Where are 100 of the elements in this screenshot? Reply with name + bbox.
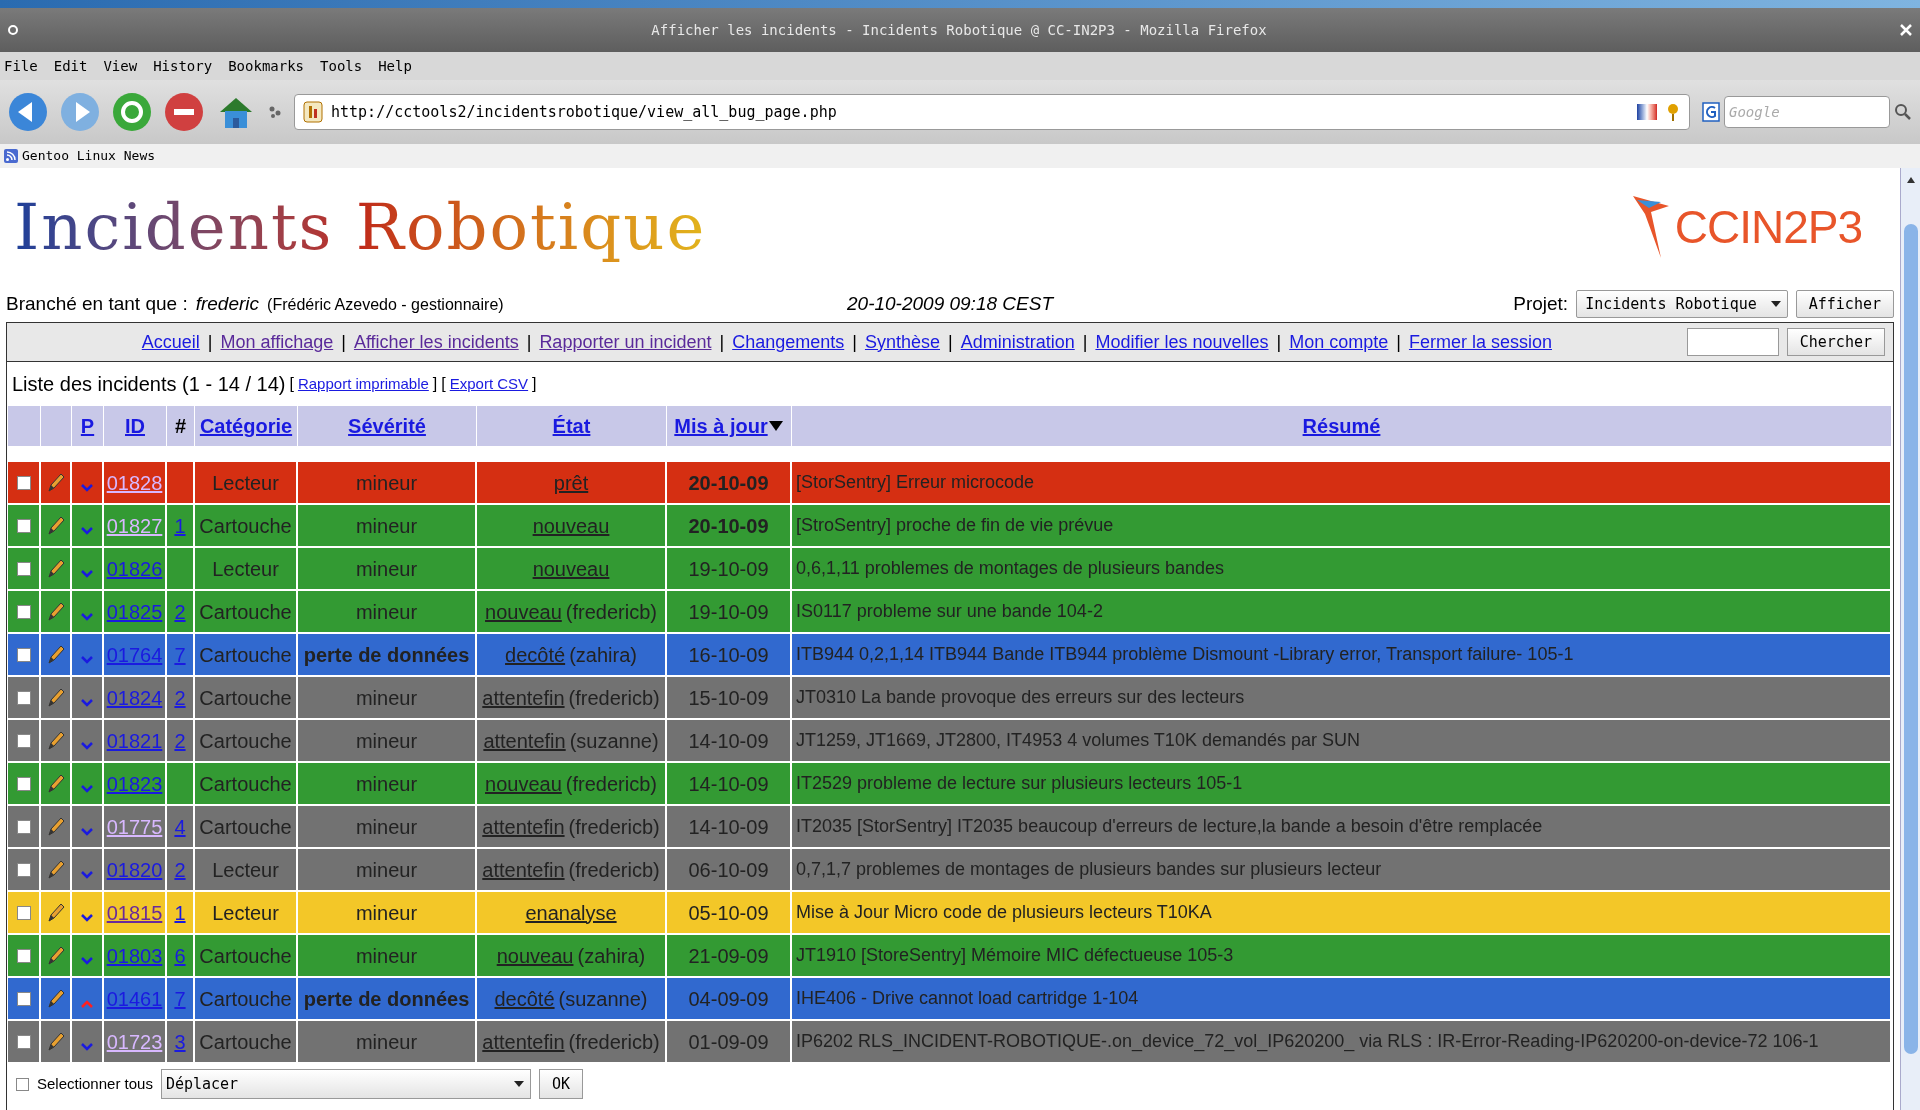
note-count-link[interactable]: 6 [174, 940, 186, 971]
incident-id-link[interactable]: 01823 [106, 768, 163, 799]
column-header[interactable]: Sévérité [298, 406, 477, 446]
status-link[interactable]: attentefin [482, 811, 565, 842]
checkbox[interactable] [16, 948, 31, 963]
status-link[interactable]: attentefin [483, 725, 566, 756]
checkbox[interactable] [16, 862, 31, 877]
note-count-link[interactable]: 1 [174, 510, 186, 541]
show-button[interactable]: Afficher [1795, 290, 1894, 318]
rss-icon[interactable] [4, 149, 18, 163]
chevron-down-icon[interactable] [80, 955, 94, 966]
checkbox[interactable] [16, 1077, 29, 1091]
address-bar[interactable]: http://cctools2/incidentsrobotique/view_all_bug_page.php [294, 94, 1690, 130]
chevron-down-icon[interactable] [80, 568, 94, 579]
status-link[interactable]: nouveau [485, 596, 562, 627]
checkbox[interactable] [16, 776, 31, 791]
menu-item[interactable]: History [153, 55, 213, 77]
nav-link[interactable]: Rapporter un incident [539, 328, 712, 356]
dots-icon[interactable] [268, 105, 282, 119]
checkbox[interactable] [16, 518, 31, 533]
nav-link[interactable]: Fermer la session [1408, 328, 1552, 356]
note-count-link[interactable]: 1 [174, 897, 186, 928]
table-row[interactable]: 01823 Cartouche mineur nouveau (fredericb) 14-10-09 IT2529 probleme de lecture sur plusieurs lecteurs 105-1 [8, 763, 1892, 806]
pencil-icon[interactable] [45, 1030, 66, 1053]
pencil-icon[interactable] [45, 643, 66, 666]
table-row[interactable]: 01461 7 Cartouche perte de données decôté (suzanne) 04-09-09 IHE406 - Drive cannot load cartridge 1-104 [8, 978, 1892, 1021]
nav-link[interactable]: Changements [732, 328, 845, 356]
chevron-down-icon[interactable] [80, 783, 94, 794]
search-engine-icon[interactable] [1702, 102, 1720, 122]
scroll-up-icon[interactable] [1905, 176, 1916, 184]
incident-id-link[interactable]: 01825 [106, 596, 163, 627]
pencil-icon[interactable] [45, 686, 66, 709]
menu-item[interactable]: Help [378, 55, 412, 77]
checkbox[interactable] [16, 690, 31, 705]
window-menu-icon[interactable] [8, 25, 18, 35]
status-link[interactable]: attentefin [482, 1026, 565, 1057]
status-link[interactable]: nouveau [496, 940, 574, 971]
chevron-down-icon[interactable] [80, 525, 94, 536]
status-link[interactable]: prêt [553, 467, 589, 498]
column-header[interactable]: P [72, 406, 104, 446]
checkbox[interactable] [16, 1034, 31, 1049]
close-icon[interactable] [1900, 24, 1912, 36]
site-icon[interactable] [303, 101, 323, 123]
column-header[interactable]: ID [104, 406, 167, 446]
scrollbar[interactable] [1900, 168, 1920, 1110]
search-button[interactable]: Chercher [1786, 328, 1885, 356]
table-row[interactable]: 01775 4 Cartouche mineur attentefin (fredericb) 14-10-09 IT2035 [StorSentry] IT2035 beaucoup d'erreurs de lecture,la bande a besoin d'être remplacée [8, 806, 1892, 849]
status-link[interactable]: nouveau [485, 768, 562, 799]
nav-link[interactable]: Modifier les nouvelles [1095, 328, 1269, 356]
table-row[interactable]: 01828 Lecteur mineur prêt 20-10-09 [StorSentry] Erreur microcode [8, 462, 1892, 505]
list-link[interactable]: Export CSV [449, 372, 529, 396]
menu-item[interactable]: Bookmarks [228, 55, 305, 77]
menu-item[interactable]: View [103, 55, 138, 77]
menu-item[interactable]: File [4, 55, 38, 77]
table-row[interactable]: 01825 2 Cartouche mineur nouveau (fredericb) 19-10-09 IS0117 probleme sur une bande 104-2 [8, 591, 1892, 634]
table-row[interactable]: 01815 1 Lecteur mineur enanalyse 05-10-09 Mise à Jour Micro code de plusieurs lecteurs T10KA [8, 892, 1892, 935]
chevron-down-icon[interactable] [80, 611, 94, 622]
stop-icon[interactable] [164, 92, 204, 132]
checkbox[interactable] [16, 604, 31, 619]
incident-id-link[interactable]: 01815 [106, 897, 163, 928]
status-link[interactable]: enanalyse [525, 897, 617, 928]
pencil-icon[interactable] [45, 815, 66, 838]
nav-link[interactable]: Mon compte [1289, 328, 1389, 356]
checkbox[interactable] [16, 905, 31, 920]
status-link[interactable]: attentefin [482, 682, 565, 713]
nav-link[interactable]: Synthèse [864, 328, 940, 356]
checkbox[interactable] [16, 733, 31, 748]
checkbox[interactable] [16, 819, 31, 834]
table-row[interactable]: 01820 2 Lecteur mineur attentefin (fredericb) 06-10-09 0,7,1,7 problemes de montages de plusieurs bandes sur plusieurs lecteur [8, 849, 1892, 892]
pencil-icon[interactable] [45, 471, 66, 494]
note-count-link[interactable]: 2 [174, 596, 186, 627]
pencil-icon[interactable] [45, 729, 66, 752]
table-row[interactable]: 01827 1 Cartouche mineur nouveau 20-10-09 [StroSentry] proche de fin de vie prévue [8, 505, 1892, 548]
table-row[interactable]: 01803 6 Cartouche mineur nouveau (zahira) 21-09-09 JT1910 [StoreSentry] Mémoire MIC défectueuse 105-3 [8, 935, 1892, 978]
pencil-icon[interactable] [45, 772, 66, 795]
chevron-down-icon[interactable] [80, 912, 94, 923]
list-link[interactable]: Rapport imprimable [297, 372, 429, 396]
search-icon[interactable] [1894, 103, 1912, 121]
incident-id-link[interactable]: 01723 [106, 1026, 163, 1057]
back-icon[interactable] [8, 92, 48, 132]
menu-item[interactable]: Tools [320, 55, 363, 77]
nav-link[interactable]: Mon affichage [220, 328, 334, 356]
reload-icon[interactable] [112, 92, 152, 132]
search-input[interactable] [1686, 328, 1779, 356]
table-row[interactable]: 01723 3 Cartouche mineur attentefin (fredericb) 01-09-09 IP6202 RLS_INCIDENT-ROBOTIQUE-.on_device_72_vol_IP620200_ via RLS : IR-Error-Reading-IP620200-on-device-72 106-1 [8, 1021, 1892, 1064]
status-link[interactable]: nouveau [532, 553, 610, 584]
table-row[interactable]: 01826 Lecteur mineur nouveau 19-10-09 0,6,1,11 problemes de montages de plusieurs bandes [8, 548, 1892, 591]
incident-id-link[interactable]: 01826 [106, 553, 163, 584]
incident-id-link[interactable]: 01828 [106, 467, 163, 498]
pencil-icon[interactable] [45, 557, 66, 580]
nav-link[interactable]: Accueil [141, 328, 200, 356]
column-header[interactable]: Catégorie [195, 406, 298, 446]
column-header[interactable]: Mis à jour [667, 406, 792, 446]
action-dropdown[interactable]: Déplacer [160, 1069, 531, 1099]
pencil-icon[interactable] [45, 987, 66, 1010]
pin-icon[interactable] [1665, 102, 1681, 122]
checkbox[interactable] [16, 475, 31, 490]
column-header[interactable]: Résumé [792, 406, 1892, 446]
nav-link[interactable]: Administration [960, 328, 1075, 356]
bookmark-item[interactable]: Gentoo Linux News [22, 146, 156, 166]
